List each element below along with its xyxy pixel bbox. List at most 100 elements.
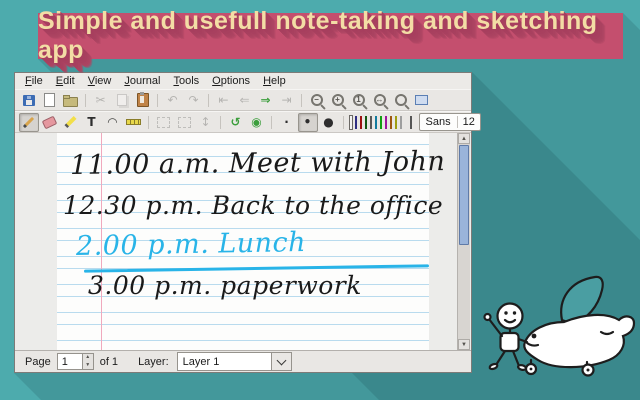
- color-orange-swatch[interactable]: [389, 115, 392, 129]
- menu-journal[interactable]: Journal: [118, 74, 167, 88]
- handwritten-note-struck: 2.00 p.m. Lunch: [75, 226, 307, 263]
- font-size-value[interactable]: 12: [458, 116, 480, 128]
- previous-page-icon: ⇐: [239, 93, 250, 107]
- font-family-value[interactable]: Sans: [420, 116, 458, 128]
- new-file-icon: [44, 93, 55, 107]
- select-region-button[interactable]: [154, 113, 174, 132]
- color-yellow-swatch[interactable]: [394, 115, 397, 129]
- pen-button[interactable]: [18, 112, 39, 132]
- pen-icon: [22, 116, 35, 128]
- statusbar: Page 1 ▲ ▼ of 1 Layer: Layer 1: [15, 350, 471, 372]
- combo-dropdown-button[interactable]: [270, 353, 291, 370]
- thickness-thick-icon: ●: [323, 115, 334, 129]
- normal-size-button[interactable]: 1: [349, 91, 369, 110]
- select-rectangle-icon: [178, 116, 191, 128]
- toolbar-separator: [220, 115, 221, 129]
- color-white-swatch[interactable]: [399, 115, 402, 129]
- ruler-button[interactable]: [124, 113, 144, 132]
- pen-options-icon: ◉: [251, 115, 262, 129]
- previous-page-button[interactable]: ⇐: [235, 91, 255, 110]
- color-green-swatch[interactable]: [364, 115, 367, 129]
- cut-button[interactable]: ✂: [91, 91, 111, 110]
- zoom-in-button[interactable]: +: [328, 91, 348, 110]
- spinner-arrows[interactable]: ▲ ▼: [81, 354, 93, 370]
- layer-combobox[interactable]: Layer 1: [176, 352, 292, 371]
- page-count-label: of 1: [99, 355, 119, 368]
- last-page-button[interactable]: ⇥: [277, 91, 297, 110]
- thickness-fine-button[interactable]: ·: [277, 113, 297, 132]
- save-button[interactable]: [19, 91, 39, 110]
- new-file-button[interactable]: [40, 91, 60, 110]
- promo-scene: { "banner": { "text": "Simple and useful…: [0, 0, 640, 400]
- menu-options[interactable]: Options: [206, 74, 257, 88]
- vertical-space-icon: ↕: [200, 115, 211, 129]
- scrollbar-thumb[interactable]: [459, 145, 469, 245]
- notebook-page[interactable]: 11.00 a.m. Meet with John 12.30 p.m. Bac…: [57, 133, 445, 350]
- scroll-up-arrow-icon[interactable]: ▲: [458, 133, 470, 144]
- default-button[interactable]: ↺: [226, 113, 246, 132]
- zoom-out-button[interactable]: −: [307, 91, 327, 110]
- main-toolbar: ✂ ↶ ↷ ⇤ ⇐ ⇒ ⇥ − +1 ↔: [15, 89, 471, 111]
- text-button[interactable]: T: [82, 113, 102, 132]
- full-screen-icon: [415, 95, 428, 105]
- shape-recognizer-button[interactable]: ◠: [103, 113, 123, 132]
- ruler-icon: [126, 119, 141, 125]
- spin-down-icon[interactable]: ▼: [83, 362, 93, 370]
- open-button[interactable]: [61, 91, 81, 110]
- color-blue-swatch[interactable]: [354, 115, 357, 129]
- paste-icon: [136, 92, 149, 107]
- layer-value[interactable]: Layer 1: [178, 353, 271, 370]
- headline-text: Simple and usefull note-taking and sketc…: [38, 7, 598, 64]
- menu-tools[interactable]: Tools: [167, 74, 206, 88]
- cut-icon: ✂: [95, 93, 106, 107]
- page-number-value[interactable]: 1: [58, 354, 82, 369]
- menu-file[interactable]: File: [19, 74, 50, 88]
- color-color-chooser-button[interactable]: [410, 115, 412, 129]
- chevron-down-icon: [276, 355, 287, 365]
- toolbar-separator: [148, 115, 149, 129]
- full-screen-button[interactable]: [412, 91, 432, 110]
- menu-view[interactable]: View: [82, 74, 119, 88]
- toolbar-separator: [85, 93, 86, 107]
- menu-edit[interactable]: Edit: [50, 74, 82, 88]
- first-page-button[interactable]: ⇤: [214, 91, 234, 110]
- color-red-swatch[interactable]: [359, 115, 362, 129]
- thickness-medium-icon: •: [303, 115, 312, 129]
- undo-button[interactable]: ↶: [163, 91, 183, 110]
- handwritten-note: 3.00 p.m. paperwork: [88, 271, 362, 300]
- page-width-button[interactable]: ↔: [370, 91, 390, 110]
- pen-options-button[interactable]: ◉: [247, 113, 267, 132]
- select-rectangle-button[interactable]: [175, 113, 195, 132]
- eraser-button[interactable]: [40, 113, 60, 132]
- eraser-icon: [41, 115, 58, 129]
- menu-help[interactable]: Help: [257, 74, 293, 88]
- thickness-medium-button[interactable]: •: [297, 112, 318, 132]
- copy-button[interactable]: [112, 91, 132, 110]
- color-gray-swatch[interactable]: [369, 115, 372, 129]
- paste-button[interactable]: [133, 91, 153, 110]
- next-page-button[interactable]: ⇒: [256, 91, 276, 110]
- thickness-thick-button[interactable]: ●: [319, 113, 339, 132]
- color-black-swatch[interactable]: [348, 114, 353, 130]
- spin-up-icon[interactable]: ▲: [83, 354, 93, 362]
- text-icon: T: [87, 115, 96, 129]
- set-zoom-button[interactable]: [391, 91, 411, 110]
- first-page-icon: ⇤: [218, 93, 229, 107]
- drawing-canvas[interactable]: 11.00 a.m. Meet with John 12.30 p.m. Bac…: [15, 133, 471, 350]
- font-button[interactable]: Sans 12: [418, 113, 481, 131]
- vertical-space-button[interactable]: ↕: [196, 113, 216, 132]
- layer-label: Layer:: [138, 355, 169, 368]
- page-number-spinner[interactable]: 1 ▲ ▼: [56, 353, 94, 370]
- color-magenta-swatch[interactable]: [384, 115, 387, 129]
- highlighter-button[interactable]: [61, 113, 81, 132]
- color-light-blue-swatch[interactable]: [374, 115, 377, 129]
- redo-icon: ↷: [188, 93, 199, 107]
- redo-button[interactable]: ↷: [184, 91, 204, 110]
- color-light-green-swatch[interactable]: [379, 115, 382, 129]
- normal-size-icon: 1: [352, 94, 365, 106]
- zoom-out-icon: −: [310, 94, 323, 106]
- select-region-icon: [157, 116, 170, 128]
- tools-toolbar: T ◠ ↕ ↺ ◉ · • ● Sans 12: [15, 111, 481, 133]
- open-icon: [63, 94, 78, 107]
- set-zoom-icon: [394, 94, 407, 106]
